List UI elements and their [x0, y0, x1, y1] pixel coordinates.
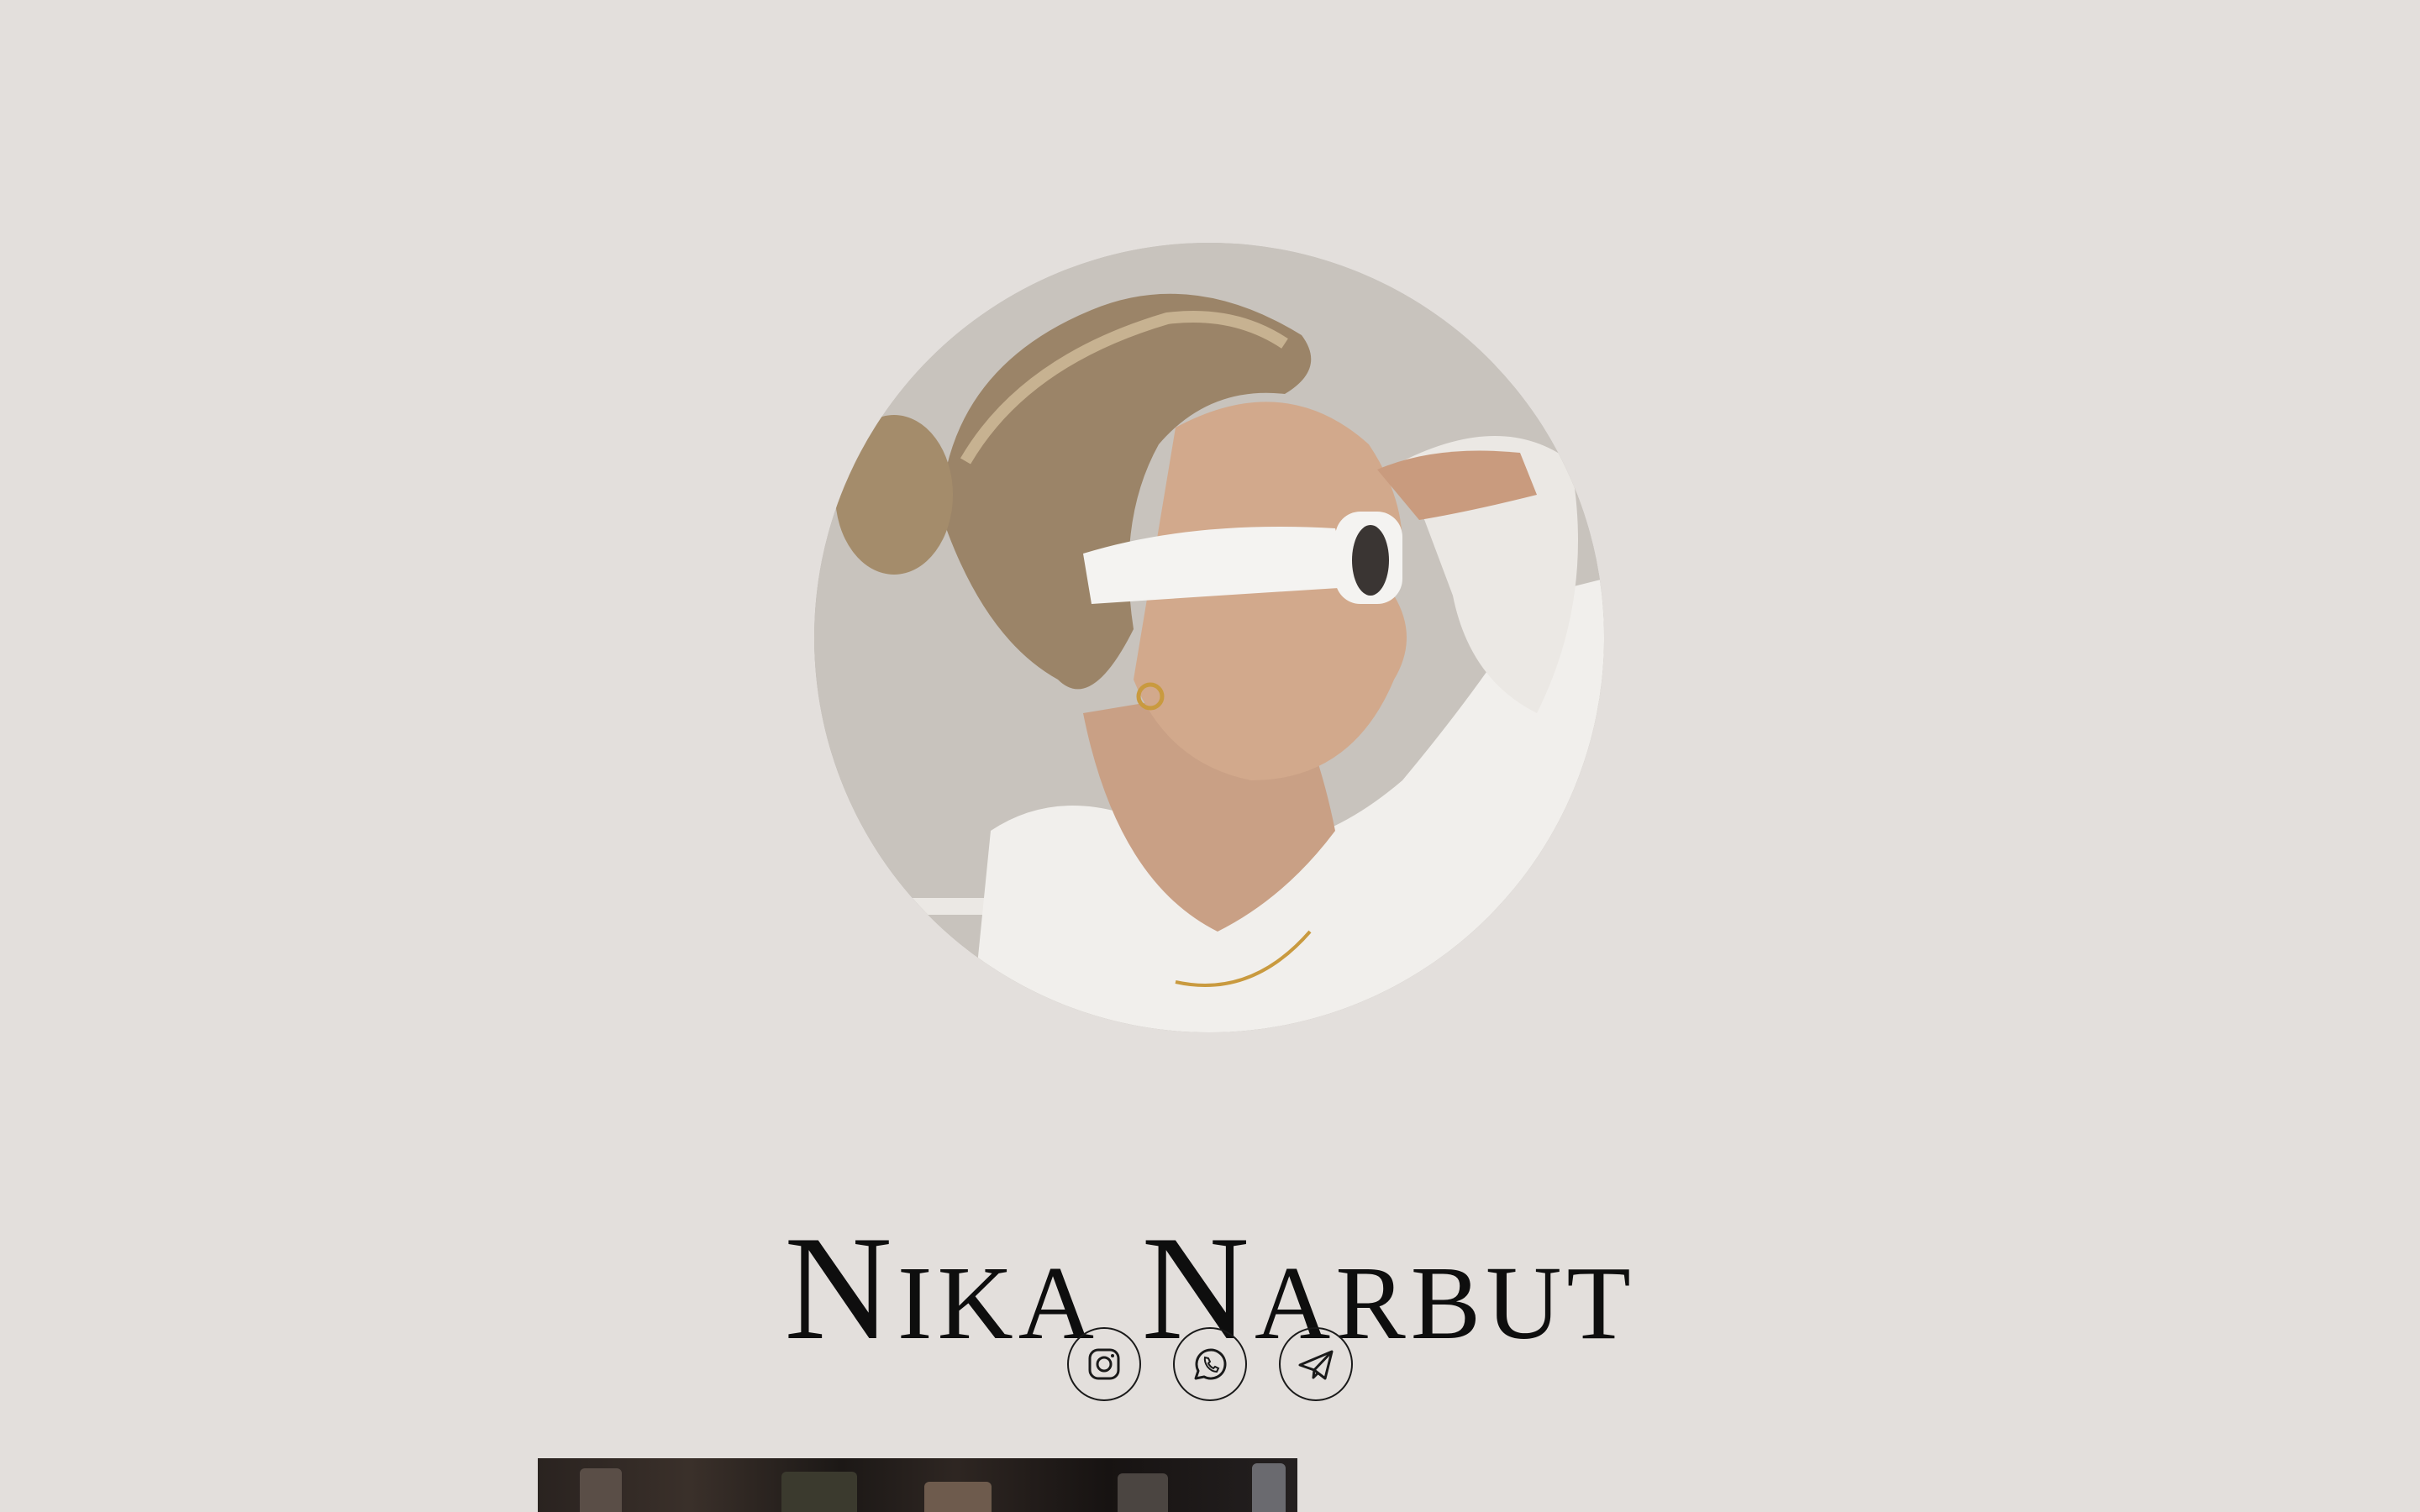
- portrait-photo: [814, 243, 1604, 1032]
- telegram-icon: [1298, 1350, 1334, 1380]
- preview-shape: [781, 1472, 857, 1512]
- preview-shape: [580, 1468, 622, 1512]
- instagram-icon: [1088, 1348, 1120, 1380]
- profile-avatar: [814, 243, 1604, 1032]
- preview-shape: [1118, 1473, 1168, 1512]
- telegram-link[interactable]: [1279, 1327, 1353, 1401]
- instagram-link[interactable]: [1067, 1327, 1141, 1401]
- content-preview-image[interactable]: [538, 1458, 1297, 1512]
- preview-shape: [1252, 1463, 1286, 1512]
- whatsapp-icon: [1194, 1348, 1227, 1380]
- preview-shape: [924, 1482, 992, 1512]
- whatsapp-link[interactable]: [1173, 1327, 1247, 1401]
- profile-page: Nika Narbut: [0, 0, 2420, 1512]
- social-links: [0, 1327, 2420, 1401]
